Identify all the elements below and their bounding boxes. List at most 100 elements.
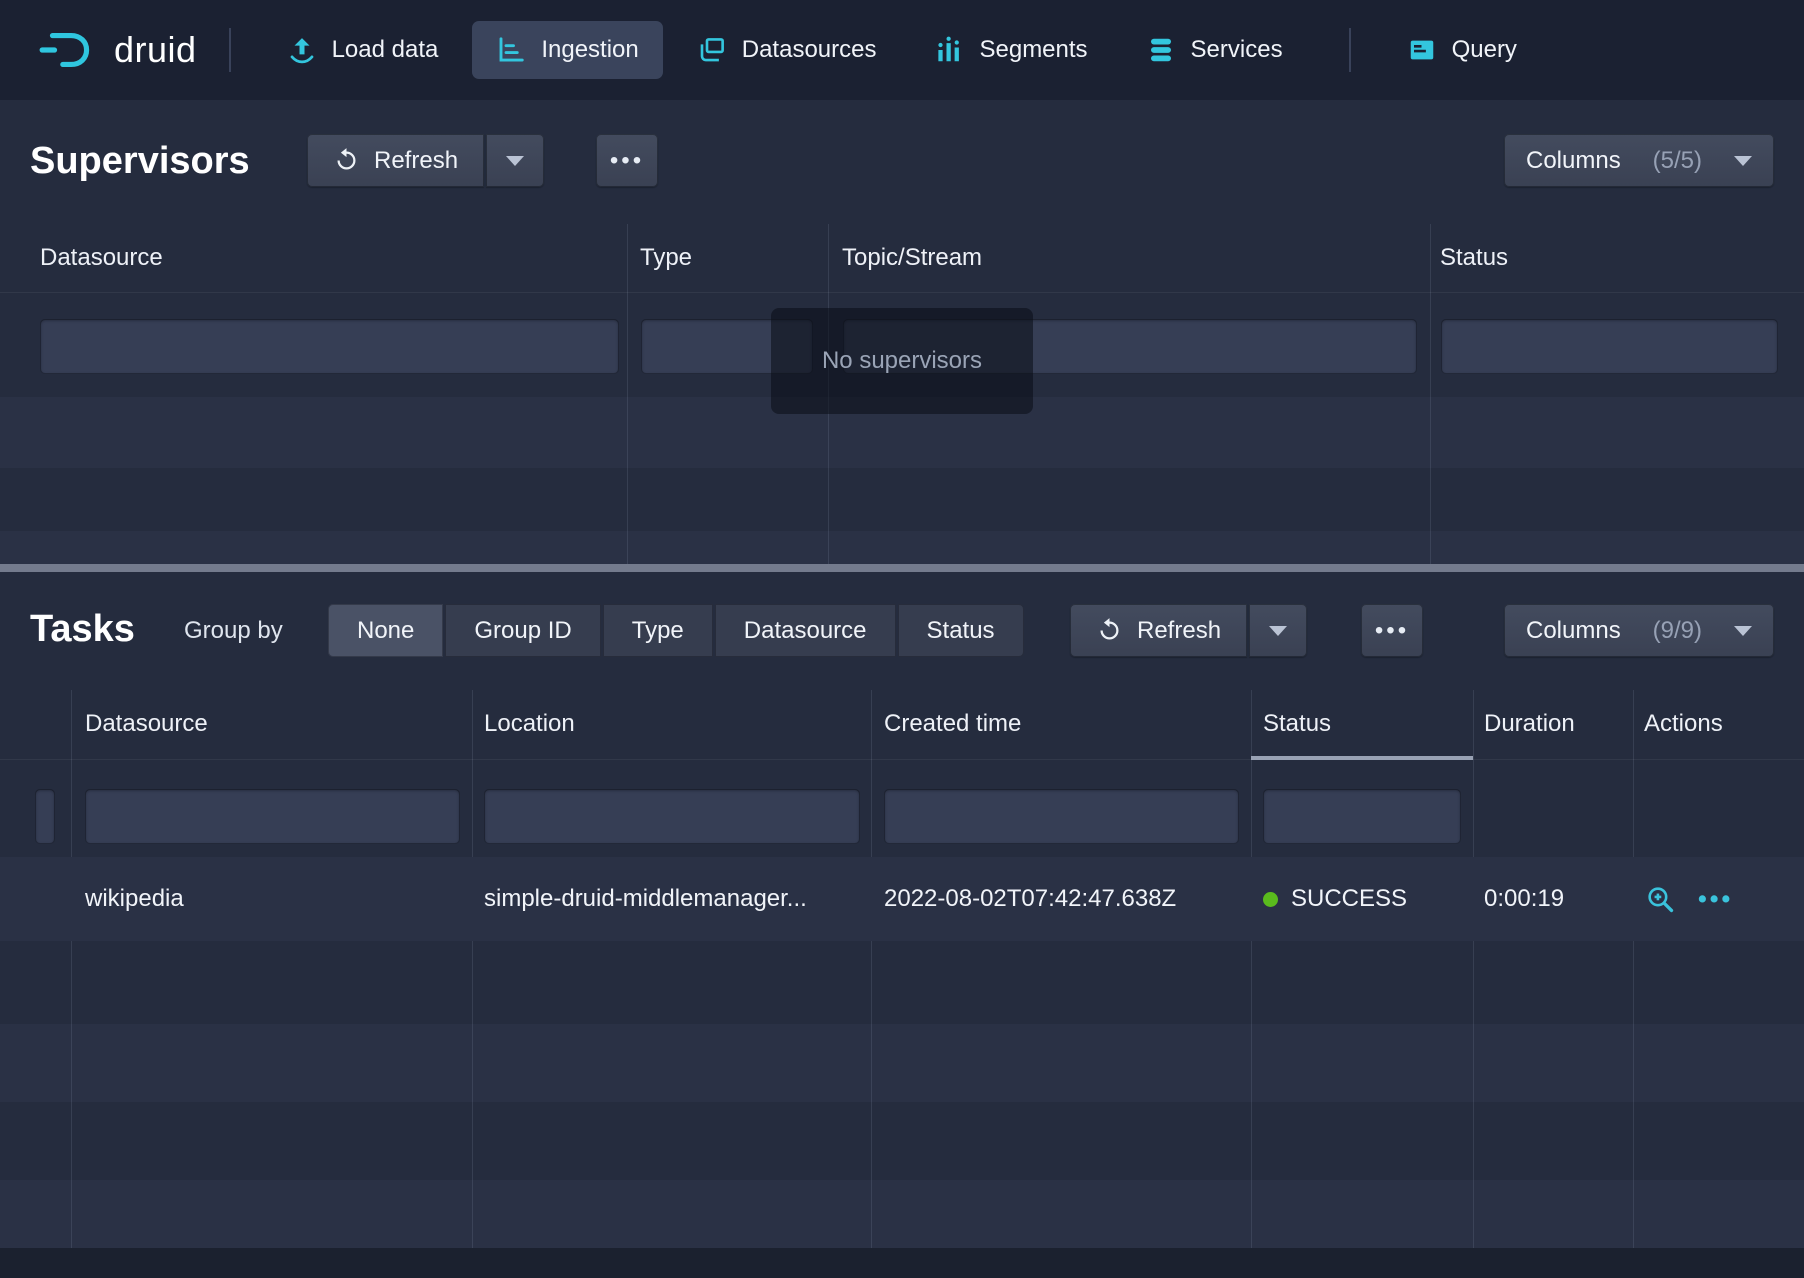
tasks-refresh-group: Refresh bbox=[1070, 604, 1307, 657]
column-divider bbox=[71, 690, 72, 1248]
task-status-cell: SUCCESS bbox=[1263, 857, 1407, 941]
task-created-time-cell: 2022-08-02T07:42:47.638Z bbox=[884, 857, 1176, 941]
column-header-datasource[interactable]: Datasource bbox=[40, 244, 163, 272]
refresh-label: Refresh bbox=[374, 147, 458, 175]
tasks-refresh-button[interactable]: Refresh bbox=[1070, 604, 1247, 657]
group-by-status-button[interactable]: Status bbox=[898, 604, 1024, 657]
columns-count: (9/9) bbox=[1653, 617, 1702, 645]
nav-item-label: Datasources bbox=[742, 36, 877, 64]
nav-item-label: Load data bbox=[332, 36, 439, 64]
columns-count: (5/5) bbox=[1653, 147, 1702, 175]
services-database-icon bbox=[1146, 35, 1176, 65]
supervisors-table: Datasource Type Topic/Stream Status No s… bbox=[0, 224, 1804, 564]
supervisors-more-button[interactable]: ••• bbox=[596, 134, 658, 187]
nav-item-services[interactable]: Services bbox=[1122, 21, 1307, 79]
task-actions-more-icon[interactable]: ••• bbox=[1698, 885, 1733, 914]
upload-arrow-icon bbox=[287, 35, 317, 65]
status-badge: SUCCESS bbox=[1291, 885, 1407, 913]
supervisors-filter-datasource[interactable] bbox=[40, 319, 619, 374]
more-icon: ••• bbox=[610, 147, 644, 175]
table-row bbox=[0, 1180, 1804, 1248]
segments-bar-chart-icon bbox=[934, 35, 964, 65]
nav-item-load-data[interactable]: Load data bbox=[263, 21, 463, 79]
column-header-duration[interactable]: Duration bbox=[1484, 710, 1575, 738]
chevron-down-icon bbox=[1734, 626, 1752, 636]
column-divider bbox=[472, 690, 473, 1248]
column-header-datasource[interactable]: Datasource bbox=[85, 710, 208, 738]
tasks-filter-created-time[interactable] bbox=[884, 789, 1239, 844]
nav-item-label: Query bbox=[1452, 36, 1517, 64]
columns-label: Columns bbox=[1526, 147, 1621, 175]
supervisors-title: Supervisors bbox=[30, 140, 250, 183]
column-divider bbox=[1633, 690, 1634, 1248]
chevron-down-icon bbox=[1269, 626, 1287, 636]
nav-item-query[interactable]: Query bbox=[1383, 21, 1541, 79]
druid-console: druid Load data Ingestion bbox=[0, 0, 1804, 1278]
chevron-down-icon bbox=[506, 156, 524, 166]
nav-item-label: Ingestion bbox=[541, 36, 638, 64]
tasks-filter-clipped-column[interactable] bbox=[35, 789, 55, 844]
tasks-title: Tasks bbox=[30, 608, 135, 651]
status-success-dot bbox=[1263, 892, 1278, 907]
task-location-cell: simple-druid-middlemanager... bbox=[484, 857, 807, 941]
tasks-more-button[interactable]: ••• bbox=[1361, 604, 1423, 657]
column-header-actions[interactable]: Actions bbox=[1644, 710, 1723, 738]
column-header-status[interactable]: Status bbox=[1263, 710, 1331, 738]
group-by-type-button[interactable]: Type bbox=[603, 604, 713, 657]
task-actions-cell: ••• bbox=[1645, 857, 1733, 941]
status-sort-indicator bbox=[1251, 756, 1473, 760]
task-row-wikipedia[interactable]: wikipedia simple-druid-middlemanager... … bbox=[0, 857, 1804, 941]
column-header-status[interactable]: Status bbox=[1440, 244, 1508, 272]
top-navbar: druid Load data Ingestion bbox=[0, 0, 1804, 100]
tasks-table: Datasource Location Created time Status … bbox=[0, 690, 1804, 1248]
column-header-type[interactable]: Type bbox=[640, 244, 692, 272]
group-by-segmented-control: None Group ID Type Datasource Status bbox=[328, 604, 1024, 657]
supervisors-filter-status[interactable] bbox=[1441, 319, 1778, 374]
table-row bbox=[0, 1024, 1804, 1102]
refresh-label: Refresh bbox=[1137, 617, 1221, 645]
tasks-columns-button[interactable]: Columns (9/9) bbox=[1504, 604, 1774, 657]
group-by-none-button[interactable]: None bbox=[328, 604, 443, 657]
column-divider bbox=[1251, 690, 1252, 1248]
ingestion-chart-icon bbox=[496, 35, 526, 65]
table-row bbox=[0, 531, 1804, 564]
nav-item-datasources[interactable]: Datasources bbox=[673, 21, 901, 79]
more-icon: ••• bbox=[1375, 617, 1409, 645]
column-divider bbox=[1430, 224, 1431, 564]
tasks-filter-status[interactable] bbox=[1263, 789, 1461, 844]
nav-item-label: Services bbox=[1191, 36, 1283, 64]
supervisors-columns-button[interactable]: Columns (5/5) bbox=[1504, 134, 1774, 187]
column-divider bbox=[871, 690, 872, 1248]
group-by-group-id-button[interactable]: Group ID bbox=[445, 604, 600, 657]
nav-item-ingestion[interactable]: Ingestion bbox=[472, 21, 662, 79]
refresh-icon bbox=[333, 147, 360, 174]
supervisors-refresh-group: Refresh bbox=[307, 134, 544, 187]
resize-splitter-handle[interactable] bbox=[0, 564, 1804, 572]
column-header-created-time[interactable]: Created time bbox=[884, 710, 1021, 738]
group-by-label: Group by bbox=[184, 617, 283, 645]
druid-logo-icon bbox=[38, 29, 100, 71]
task-detail-magnifier-icon[interactable] bbox=[1645, 884, 1676, 915]
refresh-icon bbox=[1096, 617, 1123, 644]
chevron-down-icon bbox=[1734, 156, 1752, 166]
column-divider bbox=[627, 224, 628, 564]
task-duration-cell: 0:00:19 bbox=[1484, 857, 1564, 941]
header-divider bbox=[0, 759, 1804, 760]
group-by-datasource-button[interactable]: Datasource bbox=[715, 604, 896, 657]
column-divider bbox=[1473, 690, 1474, 1248]
supervisors-refresh-button[interactable]: Refresh bbox=[307, 134, 484, 187]
tasks-refresh-interval-button[interactable] bbox=[1249, 604, 1307, 657]
columns-label: Columns bbox=[1526, 617, 1621, 645]
navbar-divider bbox=[1349, 28, 1351, 72]
tasks-filter-location[interactable] bbox=[484, 789, 860, 844]
druid-logo[interactable]: druid bbox=[38, 29, 197, 71]
nav-item-label: Segments bbox=[979, 36, 1087, 64]
column-header-location[interactable]: Location bbox=[484, 710, 575, 738]
horizontal-scrollbar-track bbox=[0, 1248, 1804, 1278]
nav-item-segments[interactable]: Segments bbox=[910, 21, 1111, 79]
supervisors-refresh-interval-button[interactable] bbox=[486, 134, 544, 187]
tasks-filter-datasource[interactable] bbox=[85, 789, 460, 844]
column-header-topic-stream[interactable]: Topic/Stream bbox=[842, 244, 982, 272]
druid-logo-text: druid bbox=[114, 29, 197, 71]
no-supervisors-message: No supervisors bbox=[771, 308, 1033, 414]
